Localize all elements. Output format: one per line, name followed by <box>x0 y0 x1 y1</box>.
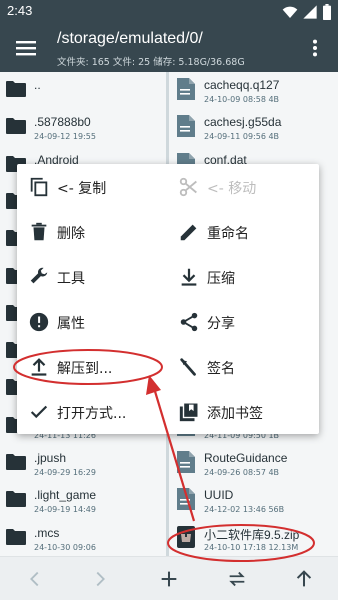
left_pane-row[interactable]: .light_game 24-09-19 14:49 <box>0 482 166 520</box>
compress-label: 压缩 <box>207 271 235 287</box>
back-arrow-icon[interactable] <box>24 568 46 590</box>
pencil-icon <box>180 224 197 241</box>
file-name: .light_game <box>34 488 97 503</box>
right_pane-row[interactable]: cacheqq.q127 24-10-09 08:58 4B <box>169 72 338 110</box>
tools-label: 工具 <box>57 271 85 287</box>
file-meta: 24-09-12 19:55 <box>34 132 96 142</box>
add-icon[interactable] <box>158 568 180 590</box>
check-icon <box>30 405 48 419</box>
cut-icon <box>179 177 197 197</box>
left_pane-row[interactable]: .587888b0 24-09-12 19:55 <box>0 109 166 147</box>
file-meta: 24-09-19 14:49 <box>34 505 96 515</box>
current-path[interactable]: /storage/emulated/0/ <box>57 30 203 48</box>
up-arrow-icon[interactable] <box>293 568 315 590</box>
system-icons <box>282 4 332 20</box>
file-name: RouteGuidance <box>204 451 288 465</box>
move-menu-item[interactable]: <- 移动 <box>167 165 317 210</box>
folder-icon <box>4 77 28 101</box>
info-icon <box>29 312 49 332</box>
rename-menu-item[interactable]: 重命名 <box>167 210 317 255</box>
file-name: .587888b0 <box>34 115 91 130</box>
download-icon <box>181 268 197 286</box>
file-meta: 24-10-10 17:18 12.13M <box>204 542 299 552</box>
move-label: <- 移动 <box>207 181 257 197</box>
wrench-icon <box>30 267 48 284</box>
signature-icon <box>180 358 196 376</box>
left_pane-row[interactable]: .jpush 24-09-29 16:29 <box>0 445 166 483</box>
properties-label: 属性 <box>57 316 85 332</box>
right_pane-row[interactable]: UUID 24-12-02 13:46 56B <box>169 482 338 520</box>
wifi-icon <box>282 6 298 18</box>
file-meta: 24-12-02 13:46 56B <box>204 505 285 515</box>
app-bar: /storage/emulated/0/ 文件夹: 165 文件: 25 储存:… <box>0 24 338 72</box>
rename-label: 重命名 <box>207 226 249 242</box>
file-icon <box>175 77 199 101</box>
left_pane-row[interactable]: .mcs 24-10-30 09:06 <box>0 520 166 556</box>
share-icon <box>180 312 198 332</box>
right_pane-row[interactable]: cachesj.g55da 24-09-11 09:56 4B <box>169 109 338 147</box>
bottom-toolbar <box>0 556 338 600</box>
properties-menu-item[interactable]: 属性 <box>17 300 167 345</box>
open-with-label: 打开方式... <box>57 406 127 422</box>
status-bar: 2:43 <box>0 0 338 24</box>
status-time: 2:43 <box>7 3 33 18</box>
battery-icon <box>323 4 331 20</box>
sign-label: 签名 <box>207 361 235 377</box>
bookmark-icon <box>179 402 199 422</box>
share-label: 分享 <box>207 316 235 332</box>
file-name: cacheqq.q127 <box>204 78 280 92</box>
tools-menu-item[interactable]: 工具 <box>17 255 167 300</box>
file-meta: 24-09-29 16:29 <box>34 468 96 477</box>
folder-icon <box>4 450 28 474</box>
copy-label: <- 复制 <box>57 181 107 197</box>
delete-menu-item[interactable]: 删除 <box>17 210 167 255</box>
file-name: .. <box>34 78 41 92</box>
left_pane-row[interactable]: .. <box>0 72 166 110</box>
delete-label: 删除 <box>57 226 85 242</box>
file-icon <box>175 487 199 511</box>
file-icon <box>175 114 199 138</box>
more-options-icon[interactable] <box>304 37 326 59</box>
add-bookmark-label: 添加书签 <box>207 406 263 422</box>
context-menu: <- 复制 <- 移动 删除 重命名 工具 压缩 属性 分享 解压到... 签名… <box>17 164 319 434</box>
folder-icon <box>4 487 28 511</box>
file-name: cachesj.g55da <box>204 115 282 130</box>
file-name: 小二软件库9.5.zip <box>204 527 300 542</box>
copy-icon <box>30 177 48 197</box>
file-meta: 24-10-30 09:06 <box>34 542 96 552</box>
file-icon <box>175 450 199 474</box>
share-menu-item[interactable]: 分享 <box>167 300 317 345</box>
copy-menu-item[interactable]: <- 复制 <box>17 165 167 210</box>
file-name: .jpush <box>34 451 67 465</box>
hamburger-menu-icon[interactable] <box>14 36 38 60</box>
extract-to-menu-item[interactable]: 解压到... <box>17 345 167 390</box>
file-name: .mcs <box>34 525 60 540</box>
file-meta: 24-09-26 08:57 4B <box>204 468 280 477</box>
folder-icon <box>4 114 28 138</box>
open-with-menu-item[interactable]: 打开方式... <box>17 390 167 435</box>
swap-panes-icon[interactable] <box>226 568 248 590</box>
trash-icon <box>31 222 47 241</box>
compress-menu-item[interactable]: 压缩 <box>167 255 317 300</box>
folder-icon <box>4 525 28 549</box>
right_pane-row[interactable]: 小二软件库9.5.zip 24-10-10 17:18 12.13M <box>169 520 338 556</box>
add-bookmark-menu-item[interactable]: 添加书签 <box>167 390 317 435</box>
upload-icon <box>31 358 47 376</box>
file-meta: 24-09-11 09:56 4B <box>204 132 280 142</box>
file-name: UUID <box>204 488 234 503</box>
file-meta: 24-10-09 08:58 4B <box>204 95 280 104</box>
forward-arrow-icon[interactable] <box>89 568 111 590</box>
zip-archive-icon <box>175 525 199 549</box>
right_pane-row[interactable]: RouteGuidance 24-09-26 08:57 4B <box>169 445 338 483</box>
signal-icon <box>303 5 317 19</box>
sign-menu-item[interactable]: 签名 <box>167 345 317 390</box>
storage-summary: 文件夹: 165 文件: 25 储存: 5.18G/36.68G <box>57 57 245 68</box>
extract-to-label: 解压到... <box>57 361 113 377</box>
